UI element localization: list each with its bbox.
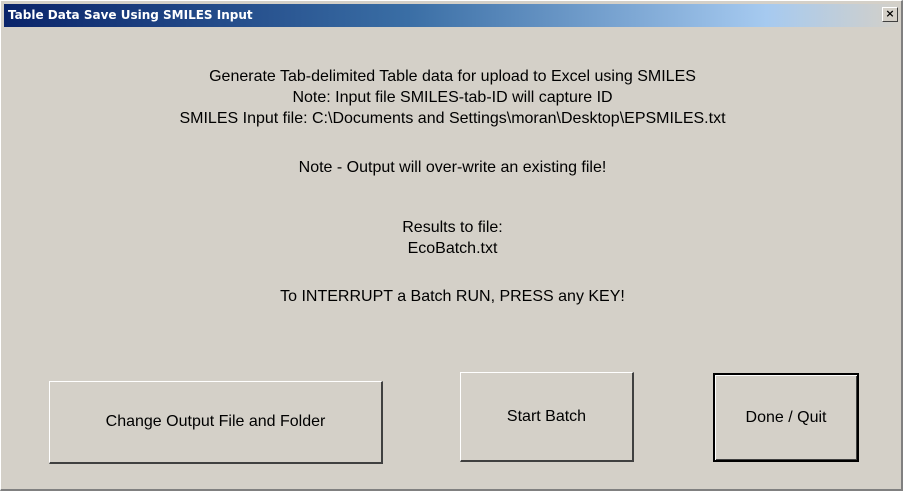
results-filename: EcoBatch.txt — [407, 240, 498, 257]
input-file-line: SMILES Input file: C:\Documents and Sett… — [179, 110, 726, 127]
note-line: Note: Input file SMILES-tab-ID will capt… — [292, 89, 613, 106]
results-label: Results to file: — [402, 219, 503, 236]
close-button[interactable]: × — [882, 7, 898, 22]
window-title: Table Data Save Using SMILES Input — [8, 8, 253, 22]
overwrite-warning: Note - Output will over-write an existin… — [298, 159, 607, 176]
start-batch-button[interactable]: Start Batch — [460, 372, 634, 462]
close-icon: × — [885, 7, 895, 20]
description-line: Generate Tab-delimited Table data for up… — [209, 68, 696, 85]
done-quit-button[interactable]: Done / Quit — [713, 373, 859, 462]
change-output-button[interactable]: Change Output File and Folder — [49, 381, 383, 464]
done-quit-label: Done / Quit — [745, 408, 827, 426]
dialog-window: Table Data Save Using SMILES Input × Gen… — [0, 0, 903, 491]
interrupt-note: To INTERRUPT a Batch RUN, PRESS any KEY! — [280, 288, 625, 305]
start-batch-label: Start Batch — [506, 407, 587, 425]
change-output-label: Change Output File and Folder — [105, 413, 326, 430]
title-bar[interactable]: Table Data Save Using SMILES Input × — [4, 4, 901, 27]
